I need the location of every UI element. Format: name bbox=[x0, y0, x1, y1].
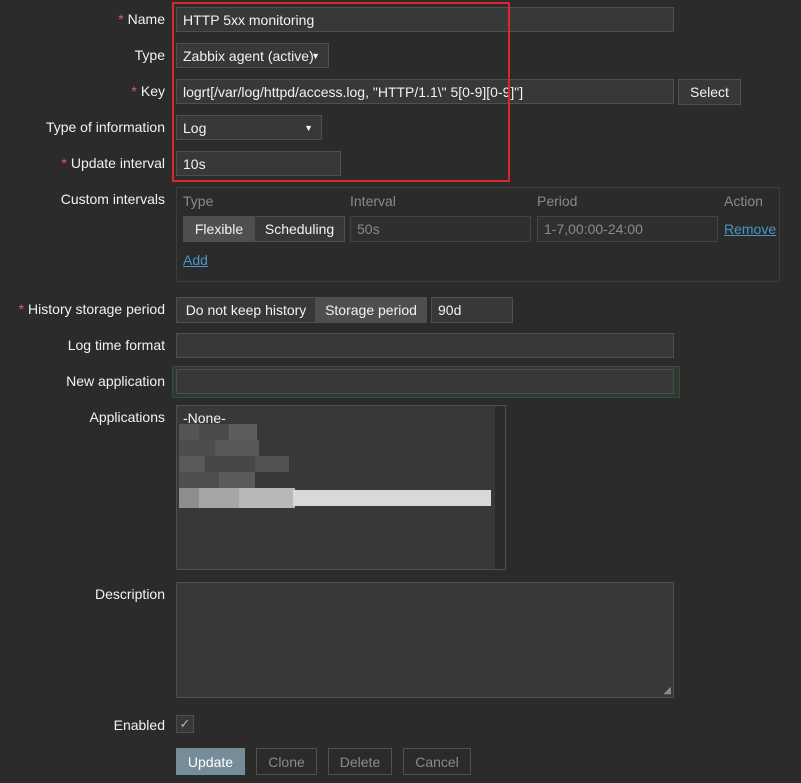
resize-handle-icon[interactable]: ◢ bbox=[663, 685, 671, 696]
history-label: * History storage period bbox=[18, 301, 165, 317]
ci-header-action: Action bbox=[724, 193, 763, 209]
redacted-items bbox=[179, 424, 295, 509]
highlight-box bbox=[172, 2, 510, 182]
enabled-label: Enabled bbox=[113, 717, 165, 733]
applications-label: Applications bbox=[89, 409, 166, 425]
type-label: Type bbox=[134, 47, 165, 63]
key-label: * Key bbox=[131, 83, 165, 99]
ci-header-type: Type bbox=[183, 193, 214, 209]
applications-listbox[interactable]: -None- bbox=[176, 405, 506, 570]
log-time-format-input[interactable] bbox=[176, 333, 674, 358]
key-select-button[interactable]: Select bbox=[678, 79, 741, 105]
applications-scrollbar[interactable] bbox=[495, 406, 505, 569]
history-storage-button[interactable]: Storage period bbox=[315, 297, 427, 323]
clone-button[interactable]: Clone bbox=[256, 748, 317, 775]
ci-add-link[interactable]: Add bbox=[183, 252, 208, 268]
update-button[interactable]: Update bbox=[176, 748, 245, 775]
history-value-input[interactable]: 90d bbox=[431, 297, 513, 323]
ci-header-interval: Interval bbox=[350, 193, 396, 209]
ci-header-period: Period bbox=[537, 193, 578, 209]
ci-interval-input[interactable]: 50s bbox=[350, 216, 531, 242]
type-of-information-label: Type of information bbox=[45, 119, 165, 135]
description-label: Description bbox=[94, 586, 165, 602]
history-no-keep-button[interactable]: Do not keep history bbox=[176, 297, 316, 323]
enabled-checkbox[interactable]: ✓ bbox=[176, 715, 194, 733]
new-application-label: New application bbox=[66, 373, 165, 389]
ci-remove-link[interactable]: Remove bbox=[724, 221, 776, 237]
name-label: * Name bbox=[118, 11, 165, 27]
check-icon: ✓ bbox=[179, 716, 191, 731]
custom-intervals-label: Custom intervals bbox=[60, 191, 165, 207]
log-time-format-label: Log time format bbox=[67, 337, 165, 353]
ci-flexible-button[interactable]: Flexible bbox=[183, 216, 255, 242]
delete-button[interactable]: Delete bbox=[328, 748, 392, 775]
update-interval-label: * Update interval bbox=[61, 155, 165, 171]
ci-period-input[interactable]: 1-7,00:00-24:00 bbox=[537, 216, 718, 242]
description-textarea[interactable]: ◢ bbox=[176, 582, 674, 698]
redacted-selected-item bbox=[293, 490, 491, 506]
cancel-button[interactable]: Cancel bbox=[403, 748, 471, 775]
ci-scheduling-button[interactable]: Scheduling bbox=[254, 216, 345, 242]
new-application-input[interactable] bbox=[176, 369, 674, 394]
